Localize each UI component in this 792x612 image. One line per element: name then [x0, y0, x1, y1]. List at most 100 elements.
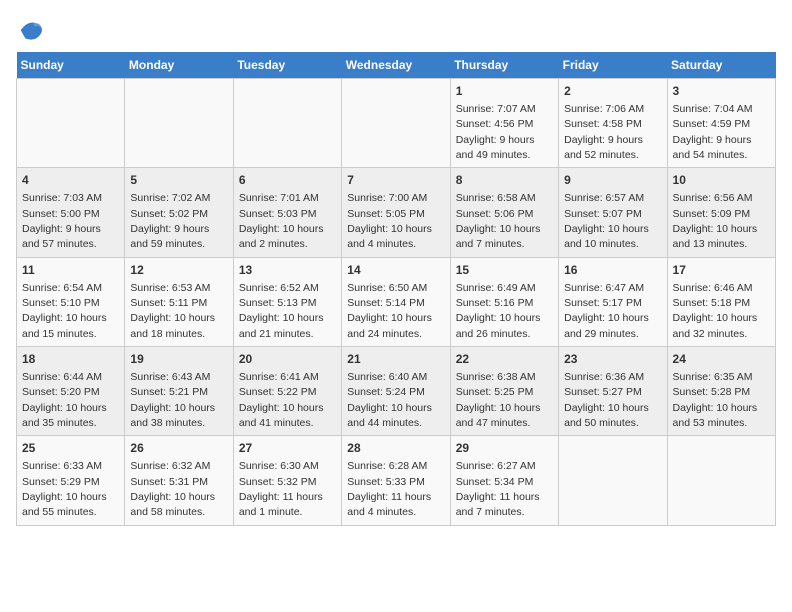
day-number: 26	[130, 440, 227, 457]
calendar-week-row: 18 Sunrise: 6:44 AM Sunset: 5:20 PM Dayli…	[17, 347, 776, 436]
day-info: Sunrise: 6:28 AM Sunset: 5:33 PM Dayligh…	[347, 460, 431, 518]
day-info: Sunrise: 6:56 AM Sunset: 5:09 PM Dayligh…	[673, 192, 758, 250]
calendar-day-cell: 3 Sunrise: 7:04 AM Sunset: 4:59 PM Daylig…	[667, 79, 775, 168]
weekday-header: Friday	[559, 52, 667, 79]
day-number: 22	[456, 351, 553, 368]
day-number: 23	[564, 351, 661, 368]
calendar-day-cell: 27 Sunrise: 6:30 AM Sunset: 5:32 PM Dayli…	[233, 436, 341, 525]
day-info: Sunrise: 6:47 AM Sunset: 5:17 PM Dayligh…	[564, 282, 649, 340]
day-number: 3	[673, 83, 770, 100]
day-info: Sunrise: 7:06 AM Sunset: 4:58 PM Dayligh…	[564, 103, 644, 161]
day-number: 4	[22, 172, 119, 189]
calendar-day-cell: 18 Sunrise: 6:44 AM Sunset: 5:20 PM Dayli…	[17, 347, 125, 436]
calendar-day-cell: 10 Sunrise: 6:56 AM Sunset: 5:09 PM Dayli…	[667, 168, 775, 257]
calendar-day-cell: 5 Sunrise: 7:02 AM Sunset: 5:02 PM Daylig…	[125, 168, 233, 257]
calendar-day-cell: 23 Sunrise: 6:36 AM Sunset: 5:27 PM Dayli…	[559, 347, 667, 436]
day-info: Sunrise: 6:35 AM Sunset: 5:28 PM Dayligh…	[673, 371, 758, 429]
calendar-day-cell: 13 Sunrise: 6:52 AM Sunset: 5:13 PM Dayli…	[233, 257, 341, 346]
calendar-table: SundayMondayTuesdayWednesdayThursdayFrid…	[16, 52, 776, 526]
calendar-day-cell	[667, 436, 775, 525]
day-info: Sunrise: 6:54 AM Sunset: 5:10 PM Dayligh…	[22, 282, 107, 340]
day-number: 28	[347, 440, 444, 457]
calendar-body: 1 Sunrise: 7:07 AM Sunset: 4:56 PM Daylig…	[17, 79, 776, 526]
day-number: 15	[456, 262, 553, 279]
day-info: Sunrise: 7:00 AM Sunset: 5:05 PM Dayligh…	[347, 192, 432, 250]
day-number: 21	[347, 351, 444, 368]
day-number: 27	[239, 440, 336, 457]
day-info: Sunrise: 6:27 AM Sunset: 5:34 PM Dayligh…	[456, 460, 540, 518]
calendar-day-cell: 15 Sunrise: 6:49 AM Sunset: 5:16 PM Dayli…	[450, 257, 558, 346]
calendar-week-row: 1 Sunrise: 7:07 AM Sunset: 4:56 PM Daylig…	[17, 79, 776, 168]
day-number: 12	[130, 262, 227, 279]
weekday-header: Sunday	[17, 52, 125, 79]
day-info: Sunrise: 7:04 AM Sunset: 4:59 PM Dayligh…	[673, 103, 753, 161]
calendar-day-cell	[559, 436, 667, 525]
day-number: 19	[130, 351, 227, 368]
day-info: Sunrise: 7:03 AM Sunset: 5:00 PM Dayligh…	[22, 192, 102, 250]
day-info: Sunrise: 6:44 AM Sunset: 5:20 PM Dayligh…	[22, 371, 107, 429]
day-info: Sunrise: 6:57 AM Sunset: 5:07 PM Dayligh…	[564, 192, 649, 250]
calendar-day-cell	[233, 79, 341, 168]
calendar-day-cell	[342, 79, 450, 168]
day-info: Sunrise: 6:36 AM Sunset: 5:27 PM Dayligh…	[564, 371, 649, 429]
day-number: 18	[22, 351, 119, 368]
logo-icon	[16, 16, 44, 44]
day-number: 14	[347, 262, 444, 279]
day-info: Sunrise: 6:33 AM Sunset: 5:29 PM Dayligh…	[22, 460, 107, 518]
day-info: Sunrise: 6:53 AM Sunset: 5:11 PM Dayligh…	[130, 282, 215, 340]
calendar-week-row: 11 Sunrise: 6:54 AM Sunset: 5:10 PM Dayli…	[17, 257, 776, 346]
calendar-day-cell: 22 Sunrise: 6:38 AM Sunset: 5:25 PM Dayli…	[450, 347, 558, 436]
day-number: 10	[673, 172, 770, 189]
day-number: 7	[347, 172, 444, 189]
calendar-day-cell: 24Sunrise: 6:35 AM Sunset: 5:28 PM Dayli…	[667, 347, 775, 436]
calendar-day-cell	[125, 79, 233, 168]
day-info: Sunrise: 6:32 AM Sunset: 5:31 PM Dayligh…	[130, 460, 215, 518]
day-number: 5	[130, 172, 227, 189]
day-info: Sunrise: 6:46 AM Sunset: 5:18 PM Dayligh…	[673, 282, 758, 340]
weekday-header: Monday	[125, 52, 233, 79]
day-info: Sunrise: 6:43 AM Sunset: 5:21 PM Dayligh…	[130, 371, 215, 429]
day-info: Sunrise: 6:40 AM Sunset: 5:24 PM Dayligh…	[347, 371, 432, 429]
day-info: Sunrise: 6:58 AM Sunset: 5:06 PM Dayligh…	[456, 192, 541, 250]
calendar-day-cell: 2Sunrise: 7:06 AM Sunset: 4:58 PM Daylig…	[559, 79, 667, 168]
calendar-day-cell: 21 Sunrise: 6:40 AM Sunset: 5:24 PM Dayli…	[342, 347, 450, 436]
day-number: 16	[564, 262, 661, 279]
weekday-header: Thursday	[450, 52, 558, 79]
day-number: 1	[456, 83, 553, 100]
day-info: Sunrise: 7:02 AM Sunset: 5:02 PM Dayligh…	[130, 192, 210, 250]
calendar-day-cell: 8 Sunrise: 6:58 AM Sunset: 5:06 PM Daylig…	[450, 168, 558, 257]
calendar-day-cell: 28 Sunrise: 6:28 AM Sunset: 5:33 PM Dayli…	[342, 436, 450, 525]
calendar-day-cell: 11 Sunrise: 6:54 AM Sunset: 5:10 PM Dayli…	[17, 257, 125, 346]
calendar-day-cell: 14 Sunrise: 6:50 AM Sunset: 5:14 PM Dayli…	[342, 257, 450, 346]
day-number: 20	[239, 351, 336, 368]
day-number: 8	[456, 172, 553, 189]
day-number: 13	[239, 262, 336, 279]
logo	[16, 16, 48, 44]
day-info: Sunrise: 7:07 AM Sunset: 4:56 PM Dayligh…	[456, 103, 536, 161]
day-info: Sunrise: 6:41 AM Sunset: 5:22 PM Dayligh…	[239, 371, 324, 429]
calendar-day-cell: 12 Sunrise: 6:53 AM Sunset: 5:11 PM Dayli…	[125, 257, 233, 346]
day-number: 9	[564, 172, 661, 189]
calendar-day-cell: 16 Sunrise: 6:47 AM Sunset: 5:17 PM Dayli…	[559, 257, 667, 346]
day-number: 6	[239, 172, 336, 189]
calendar-day-cell: 29 Sunrise: 6:27 AM Sunset: 5:34 PM Dayli…	[450, 436, 558, 525]
day-info: Sunrise: 6:30 AM Sunset: 5:32 PM Dayligh…	[239, 460, 323, 518]
calendar-week-row: 25 Sunrise: 6:33 AM Sunset: 5:29 PM Dayli…	[17, 436, 776, 525]
calendar-day-cell: 4 Sunrise: 7:03 AM Sunset: 5:00 PM Daylig…	[17, 168, 125, 257]
day-number: 25	[22, 440, 119, 457]
calendar-day-cell: 9 Sunrise: 6:57 AM Sunset: 5:07 PM Daylig…	[559, 168, 667, 257]
day-number: 29	[456, 440, 553, 457]
calendar-header-row: SundayMondayTuesdayWednesdayThursdayFrid…	[17, 52, 776, 79]
calendar-day-cell: 26 Sunrise: 6:32 AM Sunset: 5:31 PM Dayli…	[125, 436, 233, 525]
calendar-day-cell: 7 Sunrise: 7:00 AM Sunset: 5:05 PM Daylig…	[342, 168, 450, 257]
day-number: 17	[673, 262, 770, 279]
day-info: Sunrise: 6:49 AM Sunset: 5:16 PM Dayligh…	[456, 282, 541, 340]
day-number: 11	[22, 262, 119, 279]
day-info: Sunrise: 6:38 AM Sunset: 5:25 PM Dayligh…	[456, 371, 541, 429]
day-info: Sunrise: 6:52 AM Sunset: 5:13 PM Dayligh…	[239, 282, 324, 340]
page-header	[16, 16, 776, 44]
weekday-header: Saturday	[667, 52, 775, 79]
calendar-day-cell: 6Sunrise: 7:01 AM Sunset: 5:03 PM Daylig…	[233, 168, 341, 257]
day-info: Sunrise: 6:50 AM Sunset: 5:14 PM Dayligh…	[347, 282, 432, 340]
weekday-header: Wednesday	[342, 52, 450, 79]
